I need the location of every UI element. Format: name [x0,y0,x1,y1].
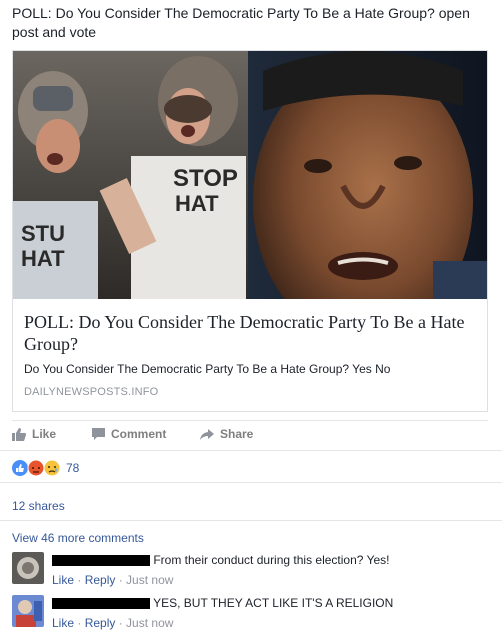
sad-icon [43,459,61,477]
sign-text-stu: STU [21,221,65,246]
shares-count[interactable]: 12 shares [12,499,65,513]
comment-text: From their conduct during this election?… [153,553,390,567]
redacted-name [52,555,150,567]
thumbs-up-icon [12,427,26,441]
like-label: Like [32,427,57,441]
sign-text-hat: HAT [175,191,219,216]
avatar[interactable] [12,595,44,627]
comment-like-link[interactable]: Like [52,573,74,587]
meta-separator: · [115,573,127,587]
comment-timestamp[interactable]: Just now [126,616,173,630]
comment-text: YES, BUT THEY ACT LIKE IT'S A RELIGION [153,596,394,610]
like-icon [12,460,28,476]
comment-button[interactable]: Comment [92,427,166,441]
like-button[interactable]: Like [12,427,56,441]
link-preview-card[interactable]: STOP HAT STU HAT POLL: Do You Consider T… [12,50,488,412]
angry-icon [27,459,45,477]
comment-label: Comment [111,427,167,441]
reactions-summary[interactable]: 78 [12,459,79,477]
post-text: POLL: Do You Consider The Democratic Par… [12,5,470,40]
comment-timestamp[interactable]: Just now [126,573,173,587]
link-description: Do You Consider The Democratic Party To … [24,362,391,376]
link-domain: DAILYNEWSPOSTS.INFO [24,386,159,398]
reaction-icons [12,459,61,477]
share-arrow-icon [200,428,214,440]
divider [0,450,502,451]
sign-text-stop: STOP [173,165,238,192]
reaction-count[interactable]: 78 [66,461,79,475]
comment-reply-link[interactable]: Reply [85,573,116,587]
link-title[interactable]: POLL: Do You Consider The Democratic Par… [24,311,476,355]
comment-like-link[interactable]: Like [52,616,74,630]
share-button[interactable]: Share [200,427,253,441]
sign-text-hat-2: HAT [21,246,65,271]
link-preview-image[interactable]: STOP HAT STU HAT [13,51,487,299]
meta-separator: · [115,616,127,630]
comment-reply-link[interactable]: Reply [85,616,116,630]
view-more-comments-link[interactable]: View 46 more comments [12,531,144,545]
divider [0,482,502,483]
meta-separator: · [74,573,85,587]
redacted-name [52,598,150,610]
divider [0,520,502,521]
avatar[interactable] [12,552,44,584]
share-label: Share [220,427,254,441]
comment-icon [92,428,105,440]
post-actions-bar: Like Comment Share [12,420,488,445]
meta-separator: · [74,616,85,630]
